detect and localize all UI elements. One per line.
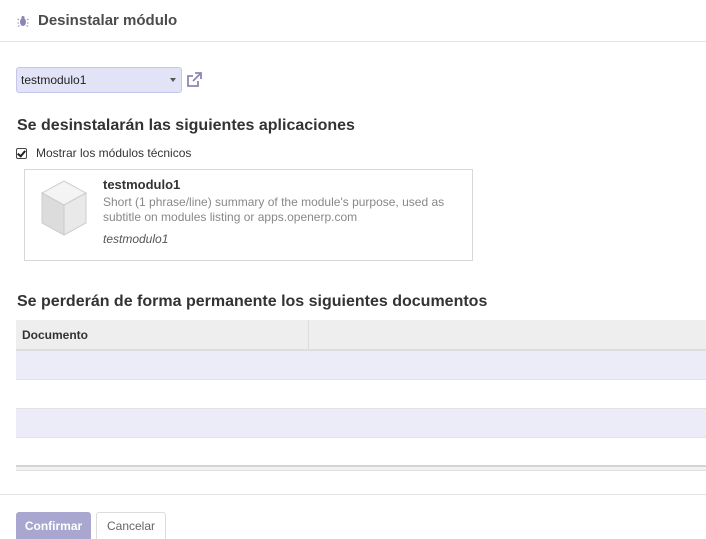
table-cell bbox=[308, 379, 706, 409]
module-cube-icon bbox=[40, 179, 88, 237]
module-card-summary: Short (1 phrase/line) summary of the mod… bbox=[103, 195, 445, 224]
documents-section-title: Se perderán de forma permanente los sigu… bbox=[17, 293, 488, 310]
module-select-value: testmodulo1 bbox=[21, 73, 87, 87]
dialog-footer: Confirmar Cancelar bbox=[0, 494, 706, 539]
module-card-technical-name: testmodulo1 bbox=[103, 232, 169, 246]
table-row bbox=[16, 379, 706, 409]
module-selector-row: testmodulo1 bbox=[16, 67, 203, 93]
table-cell bbox=[308, 408, 706, 438]
module-select[interactable]: testmodulo1 bbox=[16, 67, 182, 93]
table-row bbox=[16, 350, 706, 380]
apps-section-title: Se desinstalarán las siguientes aplicaci… bbox=[17, 117, 355, 134]
dialog-title: Desinstalar módulo bbox=[38, 12, 178, 29]
cancel-button[interactable]: Cancelar bbox=[96, 512, 166, 539]
show-technical-label: Mostrar los módulos técnicos bbox=[36, 146, 192, 160]
table-header-row: Documento bbox=[16, 320, 706, 351]
show-technical-checkbox[interactable] bbox=[16, 147, 27, 159]
show-technical-modules-toggle[interactable]: Mostrar los módulos técnicos bbox=[16, 146, 191, 160]
documents-table: Documento bbox=[16, 320, 706, 467]
column-header-document[interactable]: Documento bbox=[16, 320, 309, 351]
table-cell bbox=[16, 408, 309, 438]
table-cell bbox=[16, 350, 309, 380]
external-link-icon[interactable] bbox=[185, 71, 203, 89]
table-cell bbox=[308, 437, 706, 467]
table-cell bbox=[308, 350, 706, 380]
table-row bbox=[16, 437, 706, 467]
table-cell bbox=[16, 379, 309, 409]
table-footer bbox=[16, 465, 706, 471]
confirm-button[interactable]: Confirmar bbox=[16, 512, 91, 539]
uninstall-module-dialog: Desinstalar módulo testmodulo1 Se desins… bbox=[0, 0, 706, 539]
module-card-name: testmodulo1 bbox=[103, 177, 181, 192]
table-cell bbox=[16, 437, 309, 467]
column-header-empty bbox=[308, 320, 706, 351]
dialog-header: Desinstalar módulo bbox=[0, 0, 706, 42]
chevron-down-icon bbox=[170, 78, 176, 82]
module-card: testmodulo1 Short (1 phrase/line) summar… bbox=[24, 169, 473, 261]
bug-icon bbox=[17, 14, 29, 27]
table-row bbox=[16, 408, 706, 438]
